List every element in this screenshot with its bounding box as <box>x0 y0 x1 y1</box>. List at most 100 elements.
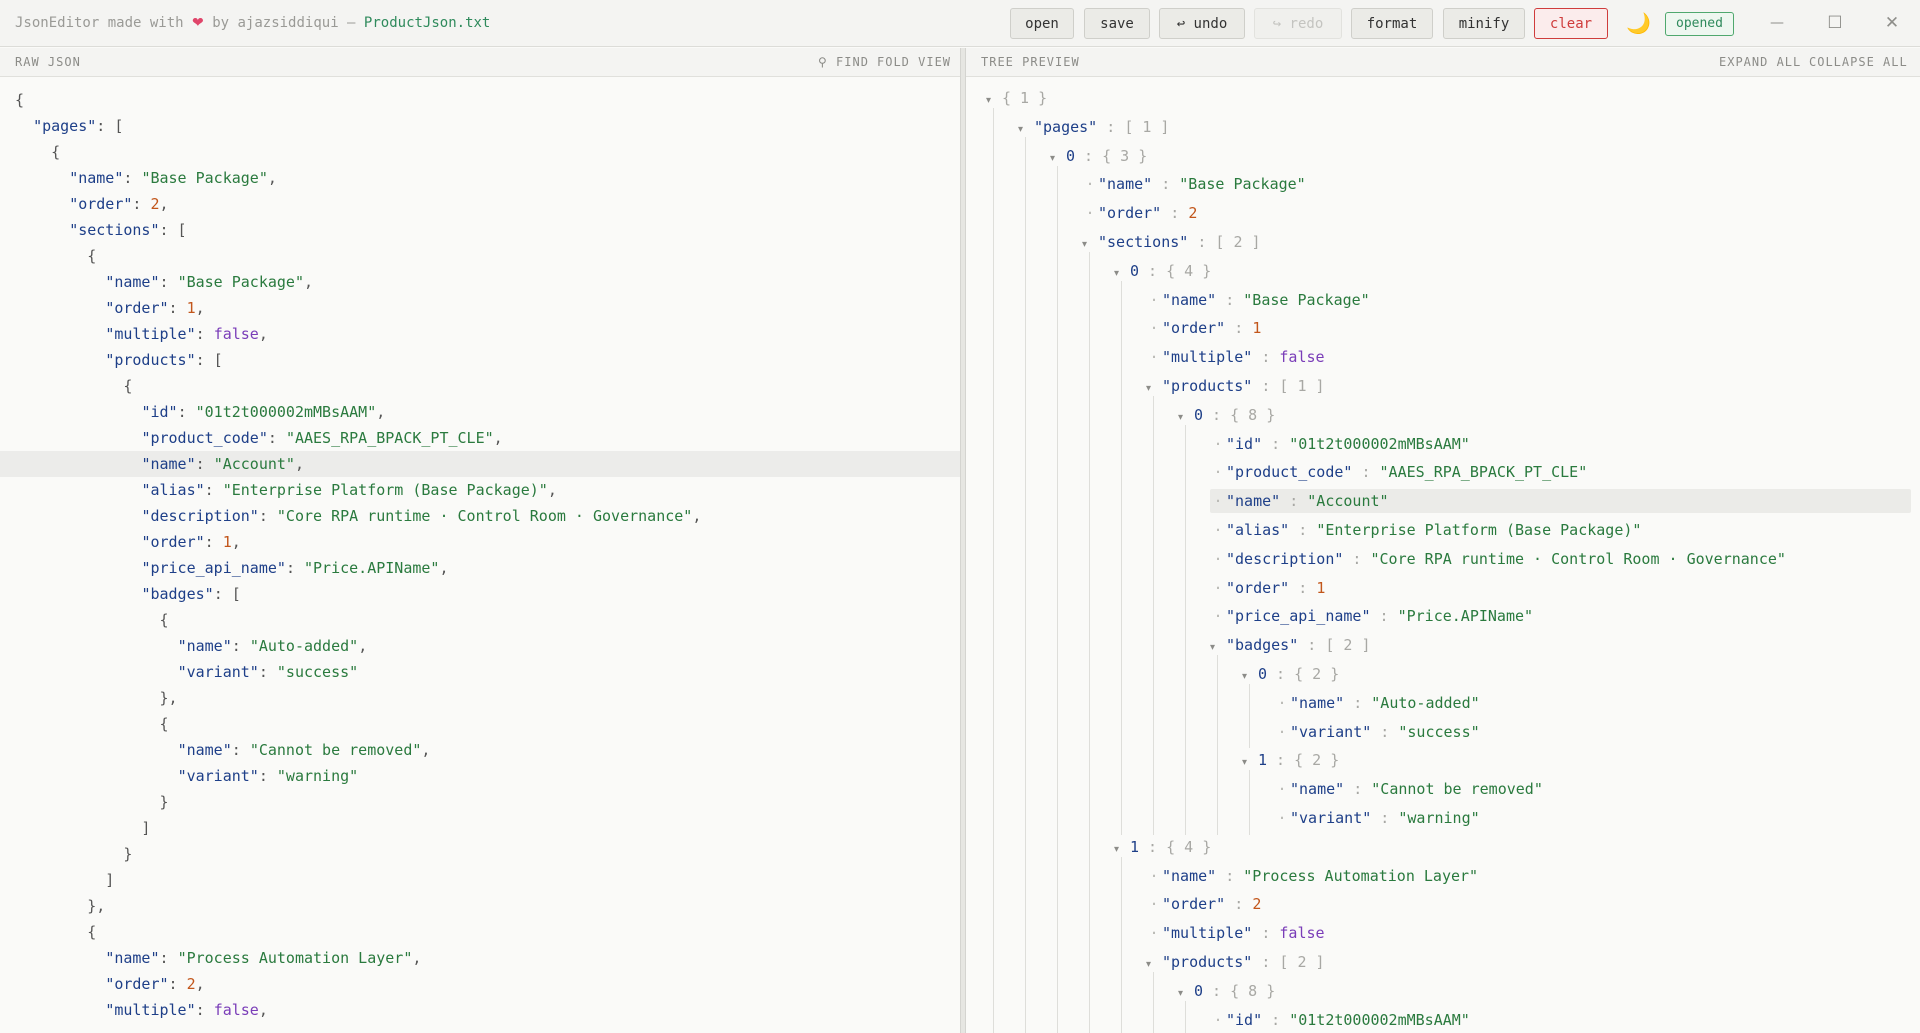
code-line[interactable]: "order": 2, <box>0 191 960 217</box>
code-line[interactable]: "badges": [ <box>0 581 960 607</box>
code-line[interactable]: "name": "Process Automation Layer", <box>0 945 960 971</box>
expand-toggle-icon[interactable]: ▾ <box>1082 233 1098 257</box>
find-button[interactable]: ⚲ FIND <box>818 48 869 77</box>
tree-branch-node[interactable]: ▾ "sections" : [ 2 ] <box>1082 230 1261 254</box>
undo-button[interactable]: ↩ undo <box>1159 8 1245 39</box>
code-line[interactable]: }, <box>0 685 960 711</box>
code-line[interactable]: "price_api_name": "Price.APIName", <box>0 555 960 581</box>
tree-leaf-node[interactable]: · "name" : "Process Automation Layer" <box>1146 864 1478 888</box>
code-token: { <box>15 715 169 733</box>
expand-toggle-icon[interactable]: ▾ <box>1114 838 1130 862</box>
tree-leaf-node[interactable]: · "multiple" : false <box>1146 345 1324 369</box>
code-line[interactable]: "name": "Auto-added", <box>0 633 960 659</box>
tree-leaf-node[interactable]: · "product_code" : "AAES_RPA_BPACK_PT_CLE… <box>1210 460 1587 484</box>
code-line[interactable]: { <box>0 373 960 399</box>
tree-leaf-node[interactable]: · "order" : 2 <box>1082 201 1197 225</box>
code-line[interactable]: ] <box>0 867 960 893</box>
expand-toggle-icon[interactable]: ▾ <box>1114 262 1130 286</box>
tree-leaf-node[interactable]: · "name" : "Auto-added" <box>1274 691 1479 715</box>
code-line[interactable]: "name": "Base Package", <box>0 269 960 295</box>
expand-toggle-icon[interactable]: ▾ <box>1242 665 1258 689</box>
save-button[interactable]: save <box>1084 8 1150 39</box>
code-line[interactable]: "variant": "warning" <box>0 763 960 789</box>
tree-branch-node[interactable]: ▾ 0 : { 4 } <box>1114 259 1211 283</box>
code-line[interactable]: "variant": "success" <box>0 659 960 685</box>
maximize-icon[interactable]: ☐ <box>1820 8 1850 38</box>
tree-branch-node[interactable]: ▾ 1 : { 4 } <box>1114 835 1211 859</box>
expand-toggle-icon[interactable]: ▾ <box>1146 377 1162 401</box>
tree-branch-node[interactable]: ▾{ 1 } <box>986 86 1047 110</box>
tree-branch-node[interactable]: ▾ 0 : { 3 } <box>1050 144 1147 168</box>
code-line[interactable]: "pages": [ <box>0 113 960 139</box>
code-line[interactable]: "multiple": false, <box>0 997 960 1023</box>
expand-toggle-icon[interactable]: ▾ <box>1178 406 1194 430</box>
tree-branch-node[interactable]: ▾ 1 : { 2 } <box>1242 748 1339 772</box>
tree-branch-node[interactable]: ▾ "products" : [ 1 ] <box>1146 374 1325 398</box>
expand-toggle-icon[interactable]: ▾ <box>1050 147 1066 171</box>
expand-toggle-icon[interactable]: ▾ <box>1178 982 1194 1006</box>
tree-leaf-node[interactable]: · "order" : 1 <box>1146 316 1261 340</box>
close-icon[interactable]: ✕ <box>1877 8 1907 38</box>
code-line[interactable]: "multiple": false, <box>0 321 960 347</box>
tree-leaf-node[interactable]: · "name" : "Base Package" <box>1082 172 1305 196</box>
code-line[interactable]: "sections": [ <box>0 217 960 243</box>
collapse-all-button[interactable]: COLLAPSE ALL <box>1809 48 1908 77</box>
code-line[interactable]: "name": "Account", <box>0 451 960 477</box>
tree-leaf-node[interactable]: · "name" : "Base Package" <box>1146 288 1369 312</box>
expand-toggle-icon[interactable]: ▾ <box>1242 751 1258 775</box>
code-line[interactable]: }, <box>0 893 960 919</box>
expand-toggle-icon[interactable]: ▾ <box>1146 953 1162 977</box>
code-line[interactable]: "products": [ <box>0 347 960 373</box>
tree-leaf-node[interactable]: · "alias" : "Enterprise Platform (Base Pa… <box>1210 518 1641 542</box>
code-line[interactable]: "name": "Cannot be removed", <box>0 737 960 763</box>
tree-leaf-node[interactable]: · "order" : 2 <box>1146 892 1261 916</box>
code-line[interactable]: "id": "01t2t000002mMBsAAM", <box>0 399 960 425</box>
tree-branch-node[interactable]: ▾ 0 : { 8 } <box>1178 403 1275 427</box>
code-line[interactable]: ] <box>0 815 960 841</box>
code-line[interactable]: "order": 2, <box>0 971 960 997</box>
expand-toggle-icon[interactable]: ▾ <box>1210 636 1226 660</box>
code-line[interactable]: "product_code": "AAES_RPA_BPACK_PT_CLE", <box>0 425 960 451</box>
tree-leaf-node[interactable]: · "multiple" : false <box>1146 921 1324 945</box>
code-line[interactable]: { <box>0 139 960 165</box>
code-line[interactable]: "description": "Core RPA runtime · Contr… <box>0 503 960 529</box>
code-line[interactable]: "order": 1, <box>0 295 960 321</box>
raw-json-editor[interactable]: { "pages": [ { "name": "Base Package", "… <box>0 77 960 1033</box>
code-line[interactable]: { <box>0 711 960 737</box>
code-line[interactable]: } <box>0 841 960 867</box>
tree-leaf-node[interactable]: · "id" : "01t2t000002mMBsAAM" <box>1210 432 1469 456</box>
code-line[interactable]: { <box>0 87 960 113</box>
tree-leaf-node[interactable]: · "description" : "Core RPA runtime · Con… <box>1210 547 1785 571</box>
code-line[interactable]: { <box>0 607 960 633</box>
minify-button[interactable]: minify <box>1443 8 1525 39</box>
moon-icon[interactable]: 🌙 <box>1626 11 1651 35</box>
tree-leaf-node[interactable]: · "variant" : "warning" <box>1274 806 1479 830</box>
format-button[interactable]: format <box>1351 8 1433 39</box>
open-button[interactable]: open <box>1010 8 1074 39</box>
code-line[interactable]: } <box>0 789 960 815</box>
tree-leaf-node[interactable]: · "id" : "01t2t000002mMBsAAM" <box>1210 1008 1469 1032</box>
tree-leaf-node[interactable]: · "name" : "Account" <box>1210 489 1911 514</box>
code-line[interactable]: { <box>0 919 960 945</box>
tree-branch-node[interactable]: ▾ 0 : { 8 } <box>1178 979 1275 1003</box>
minimize-icon[interactable]: — <box>1762 8 1792 38</box>
code-line[interactable]: "alias": "Enterprise Platform (Base Pack… <box>0 477 960 503</box>
expand-toggle-icon[interactable]: ▾ <box>986 89 1002 113</box>
code-line[interactable]: { <box>0 243 960 269</box>
clear-button[interactable]: clear <box>1534 8 1608 39</box>
expand-all-button[interactable]: EXPAND ALL <box>1719 48 1801 77</box>
tree-branch-node[interactable]: ▾ "products" : [ 2 ] <box>1146 950 1325 974</box>
tree-leaf-node[interactable]: · "name" : "Cannot be removed" <box>1274 777 1542 801</box>
expand-toggle-icon[interactable]: ▾ <box>1018 118 1034 142</box>
tree-leaf-node[interactable]: · "price_api_name" : "Price.APIName" <box>1210 604 1533 628</box>
code-line[interactable]: "order": 1, <box>0 529 960 555</box>
tree-branch-node[interactable]: ▾ "pages" : [ 1 ] <box>1018 115 1169 139</box>
tree-branch-node[interactable]: ▾ 0 : { 2 } <box>1242 662 1339 686</box>
tree-branch-node[interactable]: ▾ "badges" : [ 2 ] <box>1210 633 1371 657</box>
tree-leaf-node[interactable]: · "variant" : "success" <box>1274 720 1479 744</box>
redo-button[interactable]: ↪ redo <box>1254 8 1342 39</box>
tree-leaf-node[interactable]: · "order" : 1 <box>1210 576 1325 600</box>
fold-view-button[interactable]: FOLD VIEW <box>877 48 951 77</box>
code-token: , <box>493 429 503 447</box>
code-line[interactable]: "name": "Base Package", <box>0 165 960 191</box>
